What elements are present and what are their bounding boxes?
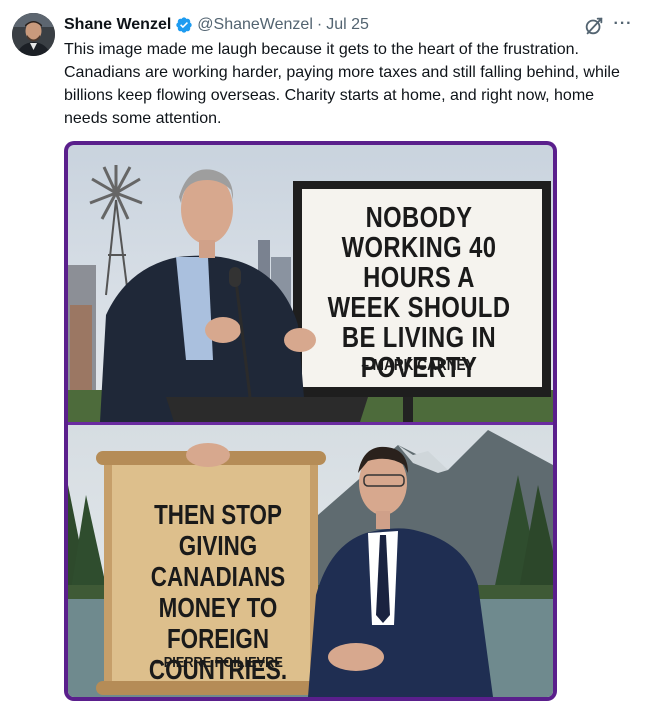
tweet-card[interactable]: Shane Wenzel @ShaneWenzel · Jul 25 ··· T…	[0, 0, 647, 713]
tweet-timestamp[interactable]: Jul 25	[326, 14, 369, 36]
more-options-icon[interactable]: ···	[611, 15, 635, 37]
verified-badge-icon	[175, 16, 193, 34]
tweet-media-image[interactable]: NOBODY WORKING 40 HOURS A WEEK SHOULD BE…	[64, 141, 557, 701]
author-name[interactable]: Shane Wenzel	[64, 14, 171, 36]
bottom-panel: THEN STOP GIVING CANADIANS MONEY TO FORE…	[68, 425, 553, 697]
top-panel: NOBODY WORKING 40 HOURS A WEEK SHOULD BE…	[68, 145, 553, 422]
author-avatar[interactable]	[12, 13, 55, 56]
author-handle[interactable]: @ShaneWenzel	[197, 14, 313, 36]
tweet-header: Shane Wenzel @ShaneWenzel · Jul 25	[64, 14, 587, 36]
bottom-sign-attribution: – PIERRE POILIEVRE	[153, 654, 283, 671]
tweet-text: This image made me laugh because it gets…	[64, 41, 620, 127]
meme-image: NOBODY WORKING 40 HOURS A WEEK SHOULD BE…	[68, 145, 553, 697]
avatar-image	[12, 13, 55, 56]
grok-icon[interactable]	[583, 15, 605, 37]
separator-dot: ·	[316, 16, 323, 33]
top-sign-text: NOBODY WORKING 40 HOURS A WEEK SHOULD BE…	[327, 202, 511, 384]
top-sign-attribution: – MARK CARNEY	[361, 357, 475, 374]
